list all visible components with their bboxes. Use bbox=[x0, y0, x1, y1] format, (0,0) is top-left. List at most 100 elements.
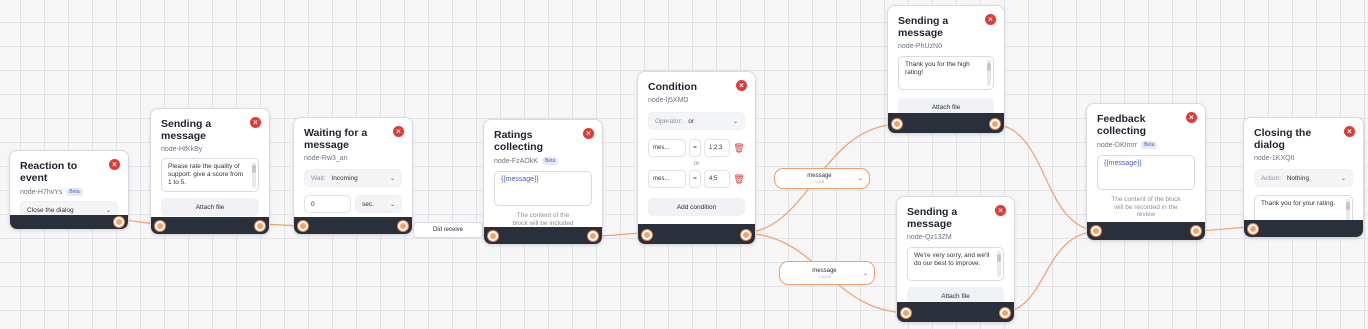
event-select-value: Close the dialog bbox=[27, 206, 74, 214]
node-sending-message-low-rating[interactable]: Sending a message × node-Qz13ZM We're ve… bbox=[896, 196, 1015, 323]
message-text: Thank you for the high rating! bbox=[905, 61, 970, 76]
node-title: Sending a message bbox=[898, 15, 949, 39]
delete-node-icon[interactable]: × bbox=[1186, 112, 1197, 123]
delete-node-icon[interactable]: × bbox=[736, 80, 747, 91]
condition-field[interactable]: mes... bbox=[648, 170, 686, 188]
chevron-down-icon: ⌄ bbox=[389, 175, 395, 182]
message-textarea[interactable]: Please rate the quality of support: give… bbox=[161, 158, 259, 192]
node-footer bbox=[151, 217, 269, 234]
condition-value[interactable]: 4;5 bbox=[704, 170, 730, 188]
chevron-down-icon: ⌄ bbox=[1340, 175, 1346, 182]
output-port[interactable] bbox=[1191, 226, 1201, 236]
delete-node-icon[interactable]: × bbox=[250, 117, 261, 128]
node-title: Closing the dialog bbox=[1254, 127, 1312, 151]
node-footer bbox=[1244, 220, 1363, 237]
node-reaction-to-event[interactable]: Reaction to event × node-H7hvYs Beta Clo… bbox=[9, 150, 129, 230]
node-id: node-H7hvYs bbox=[20, 188, 63, 196]
wait-amount-input[interactable]: 0 bbox=[304, 195, 351, 213]
action-label: Action: bbox=[1261, 174, 1281, 182]
trash-icon[interactable]: 🗑 bbox=[733, 143, 745, 154]
input-port[interactable] bbox=[298, 221, 308, 231]
variable-field[interactable]: {{message}} bbox=[1097, 155, 1195, 190]
add-condition-button[interactable]: Add condition bbox=[648, 198, 745, 216]
input-port[interactable] bbox=[642, 230, 652, 240]
node-sending-message-high-rating[interactable]: Sending a message × node-PhUzN0 Thank yo… bbox=[887, 5, 1005, 134]
output-port[interactable] bbox=[588, 231, 598, 241]
output-port[interactable] bbox=[114, 217, 124, 227]
chevron-down-icon: ⌄ bbox=[105, 207, 111, 214]
node-title: Feedback collecting bbox=[1097, 113, 1147, 137]
message-textarea[interactable]: Thank you for the high rating! bbox=[898, 56, 994, 90]
input-port[interactable] bbox=[1091, 226, 1101, 236]
block-description: The content of the block will be recorde… bbox=[1111, 196, 1181, 218]
edge-condition-low-label[interactable]: message = 1;2;3 ⌄ bbox=[779, 261, 875, 285]
node-footer bbox=[10, 215, 128, 229]
attach-file-button[interactable]: Attach file bbox=[161, 198, 259, 216]
node-ratings-collecting[interactable]: Ratings collecting × node-FzAOkK Beta {{… bbox=[483, 119, 603, 245]
node-footer bbox=[888, 113, 1004, 133]
node-waiting-for-message[interactable]: Waiting for a message × node-Rw3_an Wait… bbox=[293, 117, 413, 235]
input-port[interactable] bbox=[892, 119, 902, 129]
node-title: Ratings collecting bbox=[494, 129, 544, 153]
output-port[interactable] bbox=[741, 230, 751, 240]
output-port[interactable] bbox=[255, 221, 265, 231]
node-condition[interactable]: Condition × node-lj5XMD Operator: or ⌄ m… bbox=[637, 71, 756, 245]
chevron-down-icon: ⌄ bbox=[857, 176, 863, 182]
condition-row: mes... = 1;2;3 🗑 bbox=[648, 139, 745, 157]
message-textarea[interactable]: We're very sorry, and we'll do our best … bbox=[907, 247, 1004, 281]
node-title: Waiting for a message bbox=[304, 127, 368, 151]
condition-operator[interactable]: = bbox=[689, 170, 701, 188]
output-port[interactable] bbox=[990, 119, 1000, 129]
node-title: Sending a message bbox=[161, 118, 212, 142]
node-id: node-Rw3_an bbox=[304, 155, 348, 162]
node-footer bbox=[1087, 222, 1205, 240]
beta-badge: Beta bbox=[1141, 141, 1158, 149]
delete-node-icon[interactable]: × bbox=[1344, 126, 1355, 137]
scrollbar[interactable] bbox=[997, 251, 1001, 277]
node-id: node-lj5XMD bbox=[648, 97, 689, 104]
chevron-down-icon: ⌄ bbox=[862, 270, 868, 277]
wait-unit-select[interactable]: sec. ⌄ bbox=[355, 195, 402, 213]
or-separator: or bbox=[693, 160, 700, 167]
node-closing-dialog[interactable]: Closing the dialog × node-1KXQIt Action:… bbox=[1243, 117, 1364, 238]
node-feedback-collecting[interactable]: Feedback collecting × node-DKImrr Beta {… bbox=[1086, 103, 1206, 241]
output-port[interactable] bbox=[1000, 308, 1010, 318]
delete-node-icon[interactable]: × bbox=[995, 205, 1006, 216]
input-port[interactable] bbox=[488, 231, 498, 241]
edge-label-did-receive[interactable]: Did receive bbox=[413, 222, 483, 238]
delete-node-icon[interactable]: × bbox=[109, 159, 120, 170]
node-title: Sending a message bbox=[907, 206, 958, 230]
condition-value[interactable]: 1;2;3 bbox=[704, 139, 730, 157]
condition-operator[interactable]: = bbox=[689, 139, 701, 157]
node-id: node-FzAOkK bbox=[494, 157, 538, 165]
node-id: node-PhUzN0 bbox=[898, 43, 942, 50]
chevron-down-icon: ⌄ bbox=[732, 118, 738, 125]
trash-icon[interactable]: 🗑 bbox=[733, 174, 745, 185]
delete-node-icon[interactable]: × bbox=[985, 14, 996, 25]
scrollbar[interactable] bbox=[987, 60, 991, 86]
operator-label: Operator: bbox=[655, 117, 683, 125]
wait-type-select[interactable]: Wait: Incoming ⌄ bbox=[304, 169, 402, 187]
node-footer bbox=[294, 217, 412, 234]
condition-field[interactable]: mes... bbox=[648, 139, 686, 157]
message-text: Thank you for your rating. bbox=[1261, 200, 1336, 207]
node-sending-message-rating-request[interactable]: Sending a message × node-HtKkBy Please r… bbox=[150, 108, 270, 235]
message-text: Please rate the quality of support: give… bbox=[168, 163, 244, 186]
input-port[interactable] bbox=[901, 308, 911, 318]
delete-node-icon[interactable]: × bbox=[583, 128, 594, 139]
node-footer bbox=[638, 224, 755, 244]
scrollbar[interactable] bbox=[252, 162, 256, 188]
output-port[interactable] bbox=[398, 221, 408, 231]
node-title: Reaction to event bbox=[20, 160, 78, 184]
action-select[interactable]: Action: Nothing ⌄ bbox=[1254, 169, 1353, 187]
operator-select[interactable]: Operator: or ⌄ bbox=[648, 112, 745, 130]
input-port[interactable] bbox=[155, 221, 165, 231]
beta-badge: Beta bbox=[66, 188, 83, 196]
wait-label: Wait: bbox=[311, 174, 326, 182]
variable-field[interactable]: {{message}} bbox=[494, 171, 592, 206]
delete-node-icon[interactable]: × bbox=[393, 126, 404, 137]
edge-condition-high-label[interactable]: message = 4;5 ⌄ bbox=[774, 168, 870, 189]
input-port[interactable] bbox=[1248, 224, 1258, 234]
wait-amount: 0 bbox=[311, 200, 315, 208]
operator-value: or bbox=[688, 117, 695, 125]
